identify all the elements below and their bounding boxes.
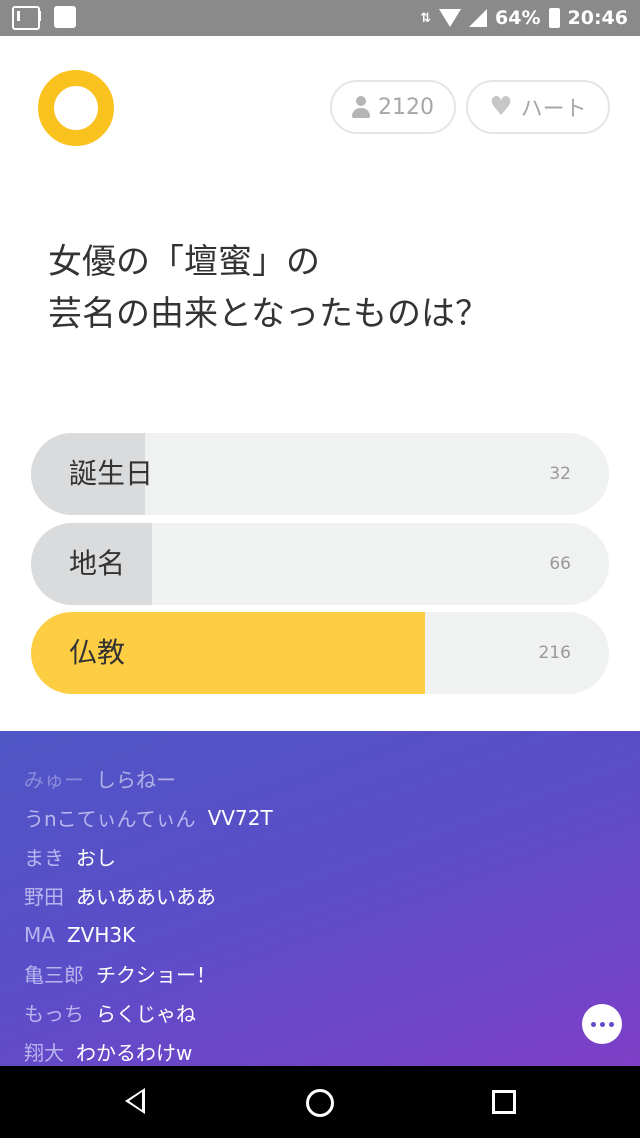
chat-text: チクショー！ bbox=[96, 963, 216, 987]
dot-icon bbox=[590, 1021, 596, 1027]
clock: 20:46 bbox=[567, 7, 628, 29]
heart-icon: ♥ bbox=[489, 92, 513, 122]
chat-user: まき bbox=[24, 846, 64, 870]
answer-option-1[interactable]: 誕生日 32 bbox=[31, 433, 609, 515]
wifi-icon bbox=[439, 9, 462, 27]
chat-text: しらねー bbox=[96, 768, 176, 792]
system-icons: ⇅ 64% 20:46 bbox=[420, 7, 628, 29]
chat-text: あいああいああ bbox=[76, 885, 216, 909]
chat-text: らくじゃね bbox=[96, 1002, 196, 1026]
recent-apps-icon[interactable] bbox=[492, 1090, 516, 1114]
chat-message: みゅー しらねー bbox=[24, 759, 273, 798]
home-icon[interactable] bbox=[306, 1089, 334, 1117]
chat-text: おし bbox=[76, 846, 116, 870]
answer-option-2[interactable]: 地名 66 bbox=[31, 523, 609, 605]
answer-option-3[interactable]: 仏教 216 bbox=[31, 612, 609, 694]
chat-list: みゅー しらねー うnこてぃんてぃん VV72T まき おし 野田 あいああいあ… bbox=[24, 759, 273, 1071]
chat-text: わかるわけw bbox=[76, 1041, 193, 1065]
status-bar: ⇅ 64% 20:46 bbox=[0, 0, 640, 36]
chat-message: うnこてぃんてぃん VV72T bbox=[24, 798, 273, 837]
notification-icons bbox=[12, 6, 76, 30]
option-label: 地名 bbox=[69, 547, 126, 580]
vote-count: 66 bbox=[549, 554, 571, 574]
chat-message: MA ZVH3K bbox=[24, 915, 273, 954]
question-line-2: 芸名の由来となったものは？ bbox=[48, 294, 489, 334]
vote-count: 216 bbox=[538, 643, 571, 663]
android-nav-bar bbox=[0, 1066, 640, 1138]
signal-icon bbox=[469, 9, 488, 27]
chat-user: 野田 bbox=[24, 885, 64, 909]
app-logo bbox=[38, 70, 114, 146]
chat-panel: みゅー しらねー うnこてぃんてぃん VV72T まき おし 野田 あいああいあ… bbox=[0, 731, 640, 1066]
chat-user: もっち bbox=[24, 1002, 84, 1026]
person-icon bbox=[352, 96, 370, 118]
battery-icon bbox=[548, 8, 560, 28]
chat-user: みゅー bbox=[24, 768, 84, 792]
chat-bubble-button[interactable] bbox=[582, 1004, 622, 1044]
chat-user: MA bbox=[24, 922, 55, 947]
option-label: 仏教 bbox=[69, 636, 126, 669]
back-icon[interactable] bbox=[125, 1088, 145, 1114]
participant-count-pill: 2120 bbox=[330, 80, 456, 134]
option-label: 誕生日 bbox=[69, 457, 154, 490]
chat-message: もっち らくじゃね bbox=[24, 993, 273, 1032]
dot-icon bbox=[599, 1021, 605, 1027]
heart-button[interactable]: ♥ ハート bbox=[466, 80, 610, 134]
question-line-1: 女優の「壇蜜」の bbox=[48, 242, 320, 282]
chat-message: まき おし bbox=[24, 837, 273, 876]
question-text: 女優の「壇蜜」の 芸名の由来となったものは？ bbox=[48, 236, 608, 340]
data-arrows-icon: ⇅ bbox=[420, 10, 432, 26]
chat-text: VV72T bbox=[207, 805, 273, 830]
chat-user: 翔大 bbox=[24, 1041, 64, 1065]
chat-message: 野田 あいああいああ bbox=[24, 876, 273, 915]
battery-percent: 64% bbox=[495, 7, 541, 29]
participant-count: 2120 bbox=[378, 94, 434, 120]
image-icon bbox=[54, 6, 76, 28]
vote-count: 32 bbox=[549, 464, 571, 484]
mail-icon bbox=[12, 6, 41, 30]
chat-message: 亀三郎 チクショー！ bbox=[24, 954, 273, 993]
dot-icon bbox=[608, 1021, 614, 1027]
chat-user: 亀三郎 bbox=[24, 963, 84, 987]
chat-text: ZVH3K bbox=[66, 922, 136, 947]
chat-user: うnこてぃんてぃん bbox=[24, 807, 196, 831]
heart-label: ハート bbox=[520, 97, 587, 122]
